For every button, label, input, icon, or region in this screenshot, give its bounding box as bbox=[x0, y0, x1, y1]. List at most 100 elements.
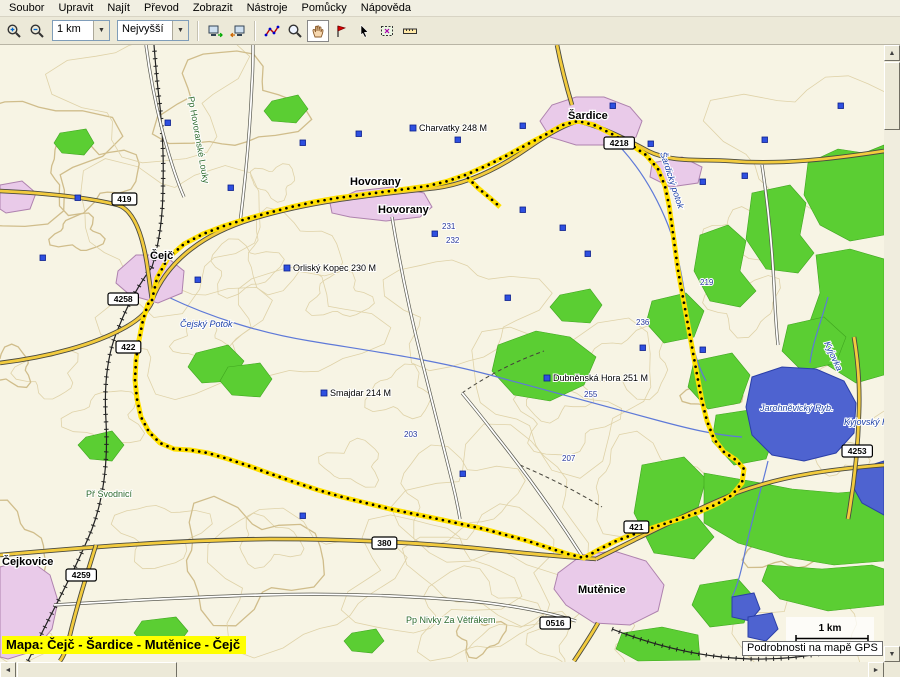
poi-marker[interactable] bbox=[195, 277, 201, 283]
map-label: Kyjovský Ryb bbox=[844, 417, 884, 427]
ruler-icon bbox=[402, 23, 418, 39]
poi-marker[interactable] bbox=[560, 225, 566, 231]
poi-marker[interactable] bbox=[455, 137, 461, 143]
scale-value: 1 km bbox=[53, 21, 93, 40]
svg-text:4218: 4218 bbox=[610, 138, 629, 148]
poi-marker[interactable] bbox=[700, 347, 706, 353]
receive-from-device-button[interactable] bbox=[227, 20, 249, 42]
menu-item-napoveda[interactable]: Nápověda bbox=[354, 1, 418, 15]
poi-marker[interactable] bbox=[648, 141, 654, 147]
measure-tool-button[interactable] bbox=[399, 20, 421, 42]
waypoint-tool-button[interactable] bbox=[330, 20, 352, 42]
poi-marker[interactable] bbox=[356, 131, 362, 137]
scroll-right-button[interactable]: ► bbox=[868, 662, 884, 677]
poi-marker[interactable] bbox=[520, 123, 526, 129]
elevation-label: 219 bbox=[700, 278, 714, 287]
chevron-down-icon[interactable]: ▼ bbox=[93, 21, 109, 40]
send-to-device-icon bbox=[207, 23, 223, 39]
svg-text:4258: 4258 bbox=[114, 294, 133, 304]
route-tool-icon bbox=[264, 23, 280, 39]
send-to-device-button[interactable] bbox=[204, 20, 226, 42]
chevron-down-icon[interactable]: ▼ bbox=[172, 21, 188, 40]
zoom-out-icon bbox=[29, 23, 45, 39]
map-viewport[interactable]: 41942242583804259425305164214218 Šardice… bbox=[0, 45, 885, 662]
poi-label: Orliský Kopec 230 M bbox=[293, 263, 376, 273]
poi-marker[interactable] bbox=[585, 251, 591, 257]
zoom-out-button[interactable] bbox=[26, 20, 48, 42]
scroll-left-button[interactable]: ◄ bbox=[0, 662, 16, 677]
poi-marker[interactable] bbox=[640, 345, 646, 351]
toolbar: 1 km ▼ Nejvyšší ▼ bbox=[0, 17, 900, 45]
road-shield: 0516 bbox=[540, 617, 570, 629]
cursor-arrow-icon bbox=[356, 23, 372, 39]
app-window: Soubor Upravit Najít Převod Zobrazit Nás… bbox=[0, 0, 900, 677]
horizontal-scroll-thumb[interactable] bbox=[17, 662, 177, 677]
menu-item-najit[interactable]: Najít bbox=[100, 1, 137, 15]
elevation-label: 255 bbox=[584, 390, 598, 399]
map-select-icon bbox=[379, 23, 395, 39]
poi-marker[interactable] bbox=[75, 195, 81, 201]
horizontal-scrollbar[interactable]: ◄ ► bbox=[0, 662, 884, 677]
town-label: Hovorany bbox=[350, 176, 402, 188]
poi-marker[interactable] bbox=[432, 231, 438, 237]
poi-marker[interactable] bbox=[610, 103, 616, 109]
pan-tool-button[interactable] bbox=[307, 20, 329, 42]
road-shield: 422 bbox=[116, 341, 141, 353]
toolbar-separator bbox=[197, 21, 199, 41]
menu-item-pomucky[interactable]: Pomůcky bbox=[295, 1, 354, 15]
menu-item-soubor[interactable]: Soubor bbox=[2, 1, 51, 15]
selection-tool-button[interactable] bbox=[353, 20, 375, 42]
zoom-tool-button[interactable] bbox=[284, 20, 306, 42]
menu-item-upravit[interactable]: Upravit bbox=[51, 1, 100, 15]
scrollbar-corner bbox=[884, 662, 900, 677]
poi-label: Dubněnská Hora 251 M bbox=[553, 373, 648, 383]
menu-bar: Soubor Upravit Najít Převod Zobrazit Nás… bbox=[0, 0, 900, 17]
scale-combobox[interactable]: 1 km ▼ bbox=[52, 20, 110, 41]
menu-item-nastroje[interactable]: Nástroje bbox=[240, 1, 295, 15]
poi-marker[interactable] bbox=[40, 255, 46, 261]
svg-text:4259: 4259 bbox=[72, 570, 91, 580]
poi-marker[interactable] bbox=[700, 179, 706, 185]
road-shield: 4218 bbox=[604, 137, 634, 149]
town-label: Mutěnice bbox=[578, 584, 626, 596]
town-label: Šardice bbox=[568, 109, 608, 122]
svg-text:422: 422 bbox=[121, 342, 135, 352]
map-label: Jarohněvický Ryb. bbox=[759, 403, 834, 413]
poi-marker[interactable] bbox=[544, 375, 550, 381]
elevation-label: 231 bbox=[442, 222, 456, 231]
select-map-tool-button[interactable] bbox=[376, 20, 398, 42]
detail-combobox[interactable]: Nejvyšší ▼ bbox=[117, 20, 189, 41]
poi-label: Charvatky 248 M bbox=[419, 123, 487, 133]
menu-item-prevod[interactable]: Převod bbox=[137, 1, 186, 15]
scroll-up-button[interactable]: ▲ bbox=[884, 45, 900, 61]
zoom-in-button[interactable] bbox=[3, 20, 25, 42]
scroll-down-button[interactable]: ▼ bbox=[884, 646, 900, 662]
scale-bar-label: 1 km bbox=[819, 623, 842, 634]
poi-marker[interactable] bbox=[838, 103, 844, 109]
poi-marker[interactable] bbox=[762, 137, 768, 143]
detail-value: Nejvyšší bbox=[118, 21, 172, 40]
poi-marker[interactable] bbox=[165, 120, 171, 126]
road-shield: 4259 bbox=[66, 569, 96, 581]
receive-from-device-icon bbox=[230, 23, 246, 39]
route-tool-button[interactable] bbox=[261, 20, 283, 42]
elevation-label: 236 bbox=[636, 318, 650, 327]
poi-marker[interactable] bbox=[300, 513, 306, 519]
vertical-scrollbar[interactable]: ▲ ▼ bbox=[884, 45, 900, 662]
poi-marker[interactable] bbox=[321, 390, 327, 396]
poi-marker[interactable] bbox=[284, 265, 290, 271]
poi-marker[interactable] bbox=[742, 173, 748, 179]
zoom-in-icon bbox=[6, 23, 22, 39]
svg-text:4253: 4253 bbox=[848, 446, 867, 456]
menu-item-zobrazit[interactable]: Zobrazit bbox=[186, 1, 240, 15]
poi-marker[interactable] bbox=[228, 185, 234, 191]
poi-marker[interactable] bbox=[300, 140, 306, 146]
svg-text:0516: 0516 bbox=[546, 618, 565, 628]
svg-text:419: 419 bbox=[117, 194, 131, 204]
map-label: Př Svodnicí bbox=[86, 489, 133, 499]
poi-marker[interactable] bbox=[410, 125, 416, 131]
poi-marker[interactable] bbox=[460, 471, 466, 477]
vertical-scroll-thumb[interactable] bbox=[884, 62, 900, 130]
poi-marker[interactable] bbox=[505, 295, 511, 301]
poi-marker[interactable] bbox=[520, 207, 526, 213]
